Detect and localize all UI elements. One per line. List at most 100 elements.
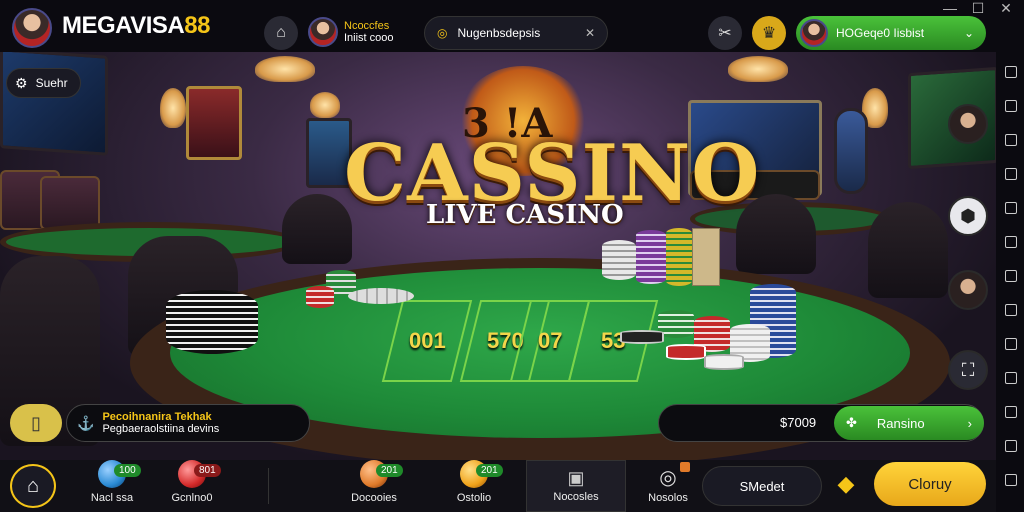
primary-label: Cloruy (908, 475, 952, 493)
user-avatar (308, 17, 338, 47)
nav-item-5[interactable]: ◎ Nosolos (636, 460, 700, 512)
chip-stack (348, 288, 414, 304)
chip-stack (602, 240, 636, 280)
rail-icon[interactable] (1005, 202, 1017, 214)
nav-badge: 201 (376, 464, 403, 477)
hexagon-icon: ⬢ (960, 205, 976, 226)
chip-stack (620, 330, 664, 344)
rail-icon[interactable] (1005, 338, 1017, 350)
nav-label: Nacl ssa (90, 492, 134, 504)
nav-badge: 201 (476, 464, 503, 477)
brand-logo[interactable]: MEGAVISA88 (62, 12, 210, 40)
bet-label: 001 (408, 328, 446, 353)
rail-icon[interactable] (1005, 406, 1017, 418)
nav-badge: 801 (194, 464, 221, 477)
nav-label: Nosolos (648, 492, 688, 504)
chip-stack (704, 354, 744, 370)
vip-button[interactable]: ♛ (752, 16, 786, 50)
brand-number: 88 (184, 12, 210, 39)
ceiling-lamp (160, 88, 186, 128)
rail-icon[interactable] (1005, 270, 1017, 282)
nav-item-0[interactable]: 100 Nacl ssa (80, 460, 144, 512)
rail-icon[interactable] (1005, 474, 1017, 486)
account-pill[interactable]: HOGeqe0 Iisbist ⌄ (796, 16, 986, 50)
nav-item-1[interactable]: 801 Gcnlno0 (160, 460, 224, 512)
home-button[interactable]: ⌂ (264, 16, 298, 50)
wall-screen (834, 108, 868, 194)
nav-item-3[interactable]: 201 Ostolio (442, 460, 506, 512)
wall-screen (186, 86, 242, 160)
house-icon: ⌂ (26, 474, 40, 497)
nav-item-2[interactable]: 201 Docooies (342, 460, 406, 512)
nav-label: Nocosles (553, 491, 599, 503)
folder-icon: ▯ (31, 412, 41, 433)
clover-icon: ✤ (846, 415, 857, 430)
expand-icon: ⛶ (961, 359, 975, 380)
account-avatar (800, 19, 828, 47)
chip-stack (306, 286, 334, 308)
rail-icon[interactable] (1005, 372, 1017, 384)
nav-item-4[interactable]: ▣ Nocosles (526, 460, 626, 512)
chip-settings-button[interactable]: ⬢ (948, 196, 988, 236)
notice-banner[interactable]: ⚓ Pecoihnanira Tekhak Pegbaeraolstiina d… (66, 404, 310, 442)
minimize-button[interactable]: — (938, 0, 962, 16)
folder-button[interactable]: ▯ (10, 404, 62, 442)
home-nav-button[interactable]: ⌂ (10, 464, 56, 508)
home-icon: ⌂ (276, 24, 286, 41)
close-window-button[interactable]: ✕ (994, 0, 1018, 17)
close-icon[interactable]: ✕ (585, 26, 595, 40)
chevron-down-icon: ⌄ (963, 26, 974, 40)
status-chip[interactable]: ⚙ Suehr (6, 68, 81, 98)
target-icon: ◎ (659, 467, 677, 489)
brand-avatar[interactable] (12, 8, 52, 48)
notice-line2: Pegbaeraolstiina devins (102, 423, 220, 435)
ceiling-lamp (728, 56, 788, 82)
maximize-button[interactable]: ☐ (966, 0, 990, 17)
briefcase-icon: ▣ (567, 468, 585, 488)
ransino-button[interactable]: ✤ Ransino › (834, 406, 984, 440)
dealer-avatar-button[interactable] (948, 104, 988, 144)
gear-icon: ⚙ (15, 74, 28, 91)
rail-icon[interactable] (1005, 236, 1017, 248)
search-pill[interactable]: ◎ Nugenbsdepsis ✕ (424, 16, 608, 50)
card-shoe (692, 228, 720, 286)
tools-button[interactable]: ✂ (708, 16, 742, 50)
menu-button[interactable]: SMedet (702, 466, 822, 506)
rail-icon[interactable] (1005, 440, 1017, 452)
right-rail (996, 52, 1024, 512)
menu-label: SMedet (739, 478, 785, 494)
rail-icon[interactable] (1005, 168, 1017, 180)
notice-line1: Pecoihnanira Tekhak (102, 411, 212, 423)
search-text: Nugenbsdepsis (457, 26, 541, 40)
logo-tagline: LIVE CASINO (426, 200, 624, 230)
bottom-bar: ⌂ 100 Nacl ssa 801 Gcnlno0 201 Docooies … (0, 460, 996, 512)
account-name: HOGeqe0 Iisbist (836, 26, 925, 40)
primary-button[interactable]: Cloruy (874, 462, 986, 506)
nav-label: Gcnlno0 (171, 492, 213, 504)
ticket-icon: ◆ (837, 471, 855, 496)
player-avatar-button[interactable] (948, 270, 988, 310)
ransino-label: Ransino (876, 415, 925, 431)
coin-icon: ◎ (437, 26, 448, 40)
user-profile[interactable]: Ncoccfes Iniist cooo (308, 14, 416, 50)
balance-amount: $7009 (780, 415, 817, 430)
nav-badge: 100 (114, 464, 141, 477)
nav-label: Ostolio (456, 492, 492, 504)
chair (282, 194, 352, 264)
divider (268, 468, 269, 504)
fullscreen-button[interactable]: ⛶ (948, 350, 988, 390)
tools-icon: ✂ (718, 25, 732, 42)
crown-icon: ♛ (761, 25, 777, 42)
chair (868, 202, 948, 298)
slot-machine (40, 176, 100, 230)
chevron-right-icon: › (967, 415, 972, 431)
chip-stack (166, 290, 258, 354)
rail-icon[interactable] (1005, 304, 1017, 316)
chip-stack (666, 344, 706, 360)
top-bar: MEGAVISA88 ⌂ Ncoccfes Iniist cooo ◎ Nuge… (0, 0, 1024, 52)
ticket-button[interactable]: ◆ (832, 470, 860, 498)
rail-icon[interactable] (1005, 66, 1017, 78)
rail-icon[interactable] (1005, 100, 1017, 112)
rail-icon[interactable] (1005, 134, 1017, 146)
chip-stack (666, 228, 692, 286)
